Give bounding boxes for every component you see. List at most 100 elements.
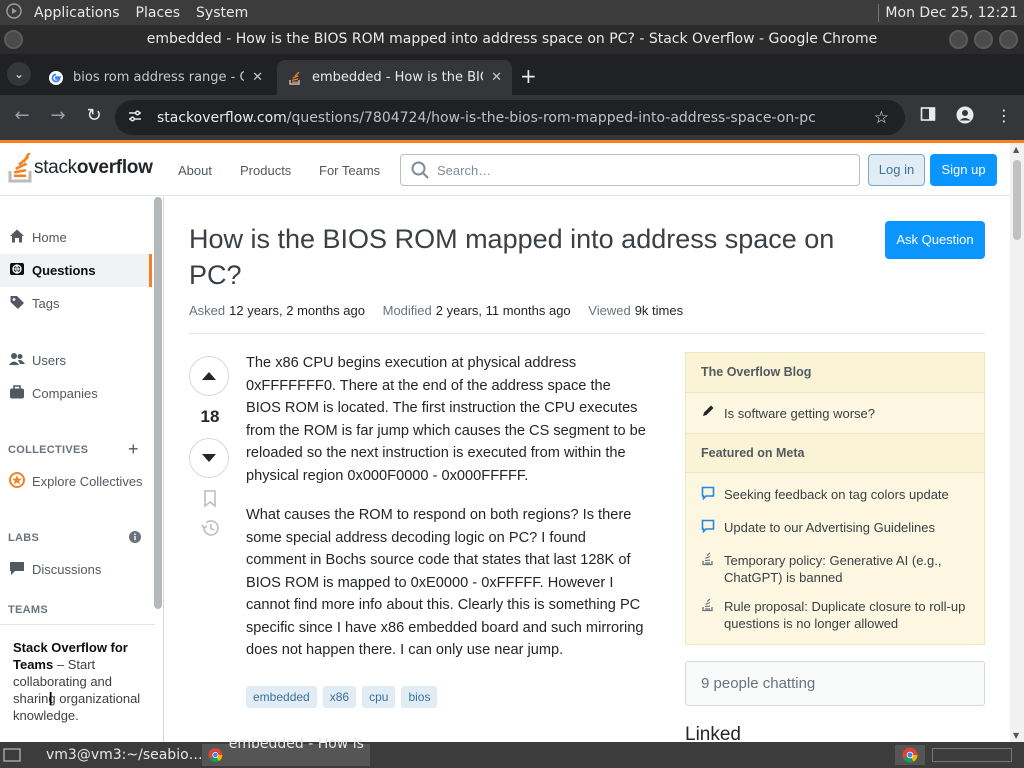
taskbar-terminal[interactable]: vm3@vm3:~/seabio… bbox=[34, 744, 203, 766]
login-button[interactable]: Log in bbox=[868, 154, 925, 186]
window-title: embedded - How is the BIOS ROM mapped in… bbox=[146, 31, 878, 47]
scroll-up-icon[interactable]: ▲ bbox=[1013, 145, 1019, 154]
sidebar-item-label: Tags bbox=[32, 296, 60, 311]
meta-item[interactable]: Update to our Advertising Guidelines bbox=[686, 519, 984, 537]
sidebar-item-users[interactable]: Users bbox=[0, 344, 152, 377]
blog-heading: The Overflow Blog bbox=[686, 353, 984, 393]
collectives-icon bbox=[8, 471, 26, 492]
tag-bios[interactable]: bios bbox=[401, 686, 438, 708]
chrome-icon bbox=[208, 748, 223, 762]
side-panel-icon[interactable] bbox=[920, 106, 936, 126]
divider bbox=[189, 333, 985, 334]
downvote-button[interactable] bbox=[189, 438, 229, 478]
info-icon[interactable] bbox=[129, 531, 141, 546]
blog-item[interactable]: Is software getting worse? bbox=[686, 393, 984, 433]
meta-item-link[interactable]: Temporary policy: Generative AI (e.g., C… bbox=[724, 552, 969, 586]
window-titlebar[interactable]: embedded - How is the BIOS ROM mapped in… bbox=[0, 25, 1024, 54]
scroll-down-icon[interactable]: ▼ bbox=[1013, 731, 1019, 740]
google-icon bbox=[49, 70, 63, 85]
url-host: stackoverflow.com bbox=[157, 109, 287, 126]
url-path: /questions/7804724/how-is-the-bios-rom-m… bbox=[286, 109, 816, 126]
sidebar-item-label: Home bbox=[32, 230, 67, 245]
close-tab-icon[interactable]: ✕ bbox=[252, 70, 263, 85]
tray-chrome-icon[interactable] bbox=[895, 745, 925, 765]
asked-label: Asked bbox=[189, 303, 226, 318]
nav-products[interactable]: Products bbox=[240, 163, 291, 178]
menu-places[interactable]: Places bbox=[128, 5, 189, 21]
meta-item[interactable]: Seeking feedback on tag colors update bbox=[686, 486, 984, 504]
bottom-taskbar: vm3@vm3:~/seabio… embedded - How is … bbox=[0, 736, 1024, 768]
minimize-button[interactable] bbox=[949, 30, 968, 49]
question-title[interactable]: How is the BIOS ROM mapped into address … bbox=[189, 221, 849, 293]
tab-search-button[interactable]: ⌄ bbox=[7, 62, 31, 86]
discussion-icon bbox=[8, 560, 26, 579]
tab-google-search[interactable]: bios rom address range - Google ✕ bbox=[38, 60, 273, 95]
tag-cpu[interactable]: cpu bbox=[362, 686, 396, 708]
signup-button[interactable]: Sign up bbox=[930, 154, 997, 186]
asked-value: 12 years, 2 months ago bbox=[229, 303, 365, 318]
profile-icon[interactable] bbox=[956, 106, 974, 128]
close-tab-icon[interactable]: ✕ bbox=[491, 70, 502, 85]
back-icon[interactable]: ← bbox=[10, 105, 34, 126]
maximize-button[interactable] bbox=[974, 30, 993, 49]
sidebar-item-label: Companies bbox=[32, 386, 98, 401]
scrollbar-thumb[interactable] bbox=[1013, 160, 1021, 240]
meta-item-link[interactable]: Rule proposal: Duplicate closure to roll… bbox=[724, 598, 969, 632]
sidebar-item-explore-collectives[interactable]: Explore Collectives bbox=[0, 465, 152, 498]
tag-x86[interactable]: x86 bbox=[322, 686, 357, 708]
upvote-arrow-icon bbox=[202, 372, 216, 380]
upvote-button[interactable] bbox=[189, 356, 229, 396]
sidebar-item-companies[interactable]: Companies bbox=[0, 377, 152, 410]
close-window-button[interactable] bbox=[999, 30, 1018, 49]
text-cursor-icon: I bbox=[48, 689, 54, 710]
bookmark-star-icon[interactable]: ☆ bbox=[874, 108, 889, 128]
site-info-icon[interactable] bbox=[127, 108, 143, 128]
question-meta: Asked 12 years, 2 months ago Modified 2 ye… bbox=[189, 303, 697, 318]
sidebar-item-discussions[interactable]: Discussions bbox=[0, 553, 152, 586]
meta-item[interactable]: Temporary policy: Generative AI (e.g., C… bbox=[686, 552, 984, 586]
nav-about[interactable]: About bbox=[178, 163, 212, 178]
taskbar-chrome[interactable]: embedded - How is … bbox=[202, 736, 370, 768]
body-paragraph: What causes the ROM to respond on both r… bbox=[246, 507, 644, 658]
meta-item-link[interactable]: Update to our Advertising Guidelines bbox=[724, 519, 935, 536]
sidebar-item-tags[interactable]: Tags bbox=[0, 287, 152, 320]
forward-icon[interactable]: → bbox=[46, 105, 70, 126]
add-collective-icon[interactable]: + bbox=[128, 439, 139, 460]
workspace-switcher[interactable] bbox=[932, 748, 1012, 762]
reload-icon[interactable]: ↻ bbox=[82, 105, 106, 126]
history-icon[interactable] bbox=[189, 519, 231, 540]
page-scrollbar[interactable]: ▲ ▼ bbox=[1010, 143, 1024, 742]
chat-bubble-icon bbox=[701, 519, 724, 537]
blog-item-link[interactable]: Is software getting worse? bbox=[724, 405, 875, 422]
tag-embedded[interactable]: embedded bbox=[246, 686, 317, 708]
chat-bubble-icon bbox=[701, 486, 724, 504]
menu-system[interactable]: System bbox=[188, 5, 256, 21]
ask-question-button[interactable]: Ask Question bbox=[885, 221, 985, 259]
modified-value[interactable]: 2 years, 11 months ago bbox=[436, 303, 571, 318]
nav-for-teams[interactable]: For Teams bbox=[319, 163, 380, 178]
meta-item-link[interactable]: Seeking feedback on tag colors update bbox=[724, 486, 949, 503]
browser-toolbar: ← → ↻ stackoverflow.com/questions/780472… bbox=[0, 95, 1024, 140]
sidebar-item-home[interactable]: Home bbox=[0, 221, 152, 254]
window-menu-button[interactable] bbox=[4, 30, 23, 49]
sidebar-item-questions[interactable]: Questions bbox=[0, 254, 152, 287]
sidebar-item-label: Questions bbox=[32, 263, 96, 278]
sidebar-scrollbar[interactable] bbox=[154, 197, 162, 609]
taskbar-chrome-label: embedded - How is … bbox=[228, 736, 364, 768]
menu-applications[interactable]: Applications bbox=[26, 5, 128, 21]
search-placeholder: Search… bbox=[437, 162, 492, 178]
pencil-icon bbox=[701, 404, 724, 422]
meta-item[interactable]: Rule proposal: Duplicate closure to roll… bbox=[686, 598, 984, 632]
new-tab-button[interactable]: + bbox=[520, 64, 537, 88]
search-input[interactable]: Search… bbox=[400, 154, 860, 186]
gnome-foot-icon[interactable] bbox=[0, 2, 26, 23]
bookmark-icon[interactable] bbox=[189, 490, 231, 511]
clock[interactable]: Mon Dec 25, 12:21 bbox=[885, 5, 1018, 21]
so-logo[interactable]: stackoverflow bbox=[8, 153, 153, 183]
kebab-menu-icon[interactable]: ⋮ bbox=[996, 106, 1012, 125]
show-desktop-icon[interactable] bbox=[3, 746, 21, 768]
main-content: How is the BIOS ROM mapped into address … bbox=[165, 197, 1010, 742]
tab-stackoverflow[interactable]: embedded - How is the BIOS ROM ✕ bbox=[277, 60, 512, 95]
address-bar[interactable]: stackoverflow.com/questions/7804724/how-… bbox=[115, 100, 905, 135]
chat-widget[interactable]: 9 people chatting bbox=[685, 661, 985, 706]
